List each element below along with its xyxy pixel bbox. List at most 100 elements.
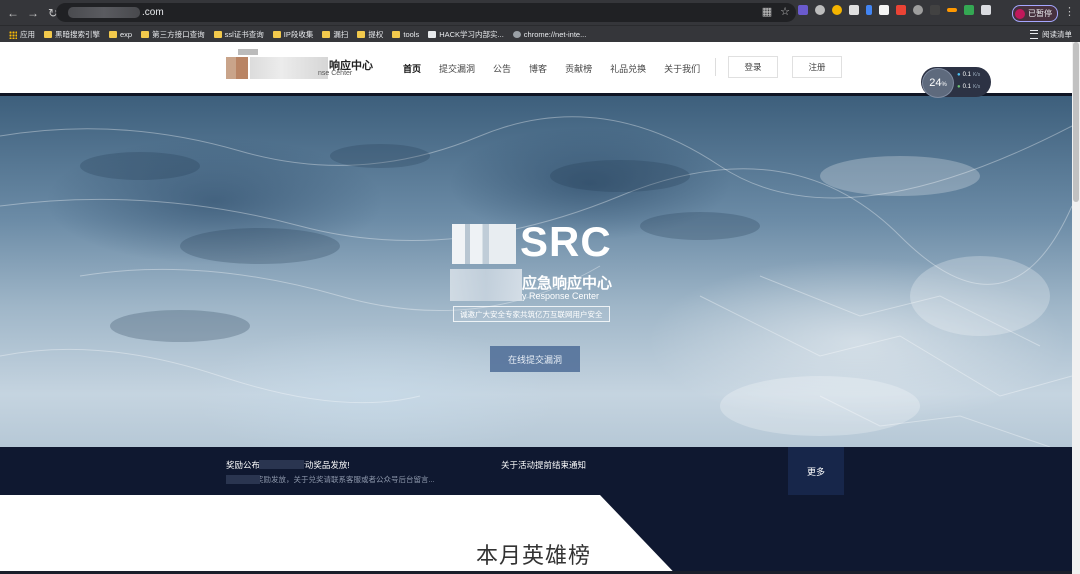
extension-icon[interactable]: [815, 5, 825, 15]
reading-list[interactable]: 阅读清单: [1030, 29, 1072, 40]
announcement-redacted: [259, 460, 304, 469]
folder-icon: [141, 31, 150, 38]
nav-gift-exchange[interactable]: 礼品兑换: [610, 62, 646, 75]
avatar: [1015, 8, 1025, 19]
more-menu-icon[interactable]: ⋮: [1064, 5, 1075, 18]
bookmark-link[interactable]: HACK学习内部实...: [428, 29, 504, 40]
decorative-shape: [600, 495, 1072, 574]
nav-divider: [715, 58, 716, 76]
download-arrow-icon: ●: [957, 84, 961, 90]
globe-icon: [512, 31, 521, 38]
download-speed: ● 0.1 K/s: [957, 84, 980, 90]
bookmark-label: IP段收集: [283, 30, 314, 39]
bookmark-folder[interactable]: 提权: [357, 29, 383, 40]
bookmark-label: 第三方接口查询: [152, 30, 205, 39]
bookmark-link[interactable]: chrome://net-inte...: [512, 30, 586, 39]
announcement-bar: 奖励公布 期次上线活动奖品发放! 上线活动奖励发放，关于兑奖请联系客服或者公众号…: [0, 447, 1072, 495]
speed-percent: 24%: [922, 68, 954, 98]
bookmark-folder[interactable]: 黑暗搜索引擎: [44, 29, 100, 40]
back-arrow-icon[interactable]: ←: [4, 6, 22, 20]
extension-icon[interactable]: [947, 8, 957, 12]
bookmark-folder[interactable]: ssl证书查询: [213, 29, 264, 40]
register-button[interactable]: 注册: [792, 56, 842, 78]
folder-icon: [322, 31, 331, 38]
hero-slogan: 诚邀广大安全专家共筑亿万互联网用户安全: [453, 306, 610, 322]
bookmark-folder[interactable]: 第三方接口查询: [141, 29, 205, 40]
page-scrollbar[interactable]: [1072, 42, 1080, 574]
bookmark-folder[interactable]: tools: [392, 30, 419, 39]
folder-icon: [272, 31, 281, 38]
page-icon: [428, 31, 437, 38]
extension-icon[interactable]: [964, 5, 974, 15]
logo-subtitle: nse Center: [318, 70, 353, 77]
profile-status: 已暂停: [1028, 9, 1052, 18]
upload-arrow-icon: ●: [957, 72, 961, 78]
logo-tab-decoration: [238, 49, 258, 55]
profile-button[interactable]: 已暂停: [1012, 5, 1058, 22]
extension-icon[interactable]: [866, 5, 872, 15]
network-speed-widget[interactable]: 24% ● 0.1 K/s ● 0.1 K/s: [921, 67, 991, 98]
bookmark-label: 提权: [368, 30, 384, 39]
bookmark-label: HACK学习内部实...: [439, 30, 504, 39]
nav-leaderboard[interactable]: 贡献榜: [565, 62, 592, 75]
bookmark-apps[interactable]: 应用: [9, 29, 35, 40]
bookmark-label: ssl证书查询: [224, 30, 264, 39]
extension-icon[interactable]: [896, 5, 906, 15]
nav-announcements[interactable]: 公告: [493, 62, 511, 75]
bookmark-star-icon[interactable]: ☆: [780, 5, 790, 18]
puzzle-icon[interactable]: [981, 5, 991, 15]
scrollbar-thumb[interactable]: [1073, 42, 1079, 202]
more-button[interactable]: 更多: [788, 447, 844, 495]
hero-subtitle-en: y Response Center: [522, 291, 600, 301]
site-header: 响应中心 nse Center 首页 提交漏洞 公告 博客 贡献榜 礼品兑换 关…: [0, 42, 1072, 96]
login-button[interactable]: 登录: [728, 56, 778, 78]
extension-icon[interactable]: [832, 5, 842, 15]
submit-vuln-button[interactable]: 在线提交漏洞: [490, 346, 580, 372]
leaderboard-section: 本月英雄榜: [0, 495, 1072, 574]
bookmark-label: exp: [120, 30, 133, 39]
upload-value: 0.1: [962, 72, 971, 78]
qr-icon[interactable]: ▦: [762, 5, 772, 18]
folder-icon: [213, 31, 222, 38]
url-redacted: [68, 7, 140, 18]
browser-nav-buttons: ← → ↻: [4, 6, 62, 20]
main-nav: 首页 提交漏洞 公告 博客 贡献榜 礼品兑换 关于我们: [403, 62, 718, 75]
bookmark-label: 漏扫: [333, 30, 349, 39]
bookmark-folder[interactable]: IP段收集: [272, 29, 314, 40]
nav-about[interactable]: 关于我们: [664, 62, 700, 75]
folder-icon: [109, 31, 117, 38]
browser-toolbar: ← → ↻ .com ▦ ☆ 已暂停 ⋮: [0, 0, 1080, 25]
forward-arrow-icon[interactable]: →: [24, 6, 42, 20]
hero-title-redacted: [452, 224, 516, 264]
extension-icon[interactable]: [849, 5, 859, 15]
nav-home[interactable]: 首页: [403, 62, 421, 75]
extension-icon[interactable]: [879, 5, 889, 15]
url-text: .com: [142, 7, 164, 18]
hero-subtitle-cn: 应急响应中心: [522, 275, 613, 292]
upload-speed: ● 0.1 K/s: [957, 72, 980, 78]
speed-percent-unit: %: [941, 82, 947, 88]
folder-icon: [392, 31, 401, 38]
folder-icon: [357, 31, 366, 38]
extension-icon[interactable]: [930, 5, 940, 15]
nav-submit-vuln[interactable]: 提交漏洞: [439, 62, 475, 75]
bookmark-label: tools: [403, 30, 420, 39]
address-bar-actions: ▦ ☆: [762, 5, 790, 18]
announcement-redacted: [226, 475, 260, 484]
bookmark-folder[interactable]: exp: [109, 30, 132, 39]
bookmarks-bar: 应用 黑暗搜索引擎 exp 第三方接口查询 ssl证书查询 IP段收集 漏扫 提…: [0, 25, 1080, 43]
extension-icon[interactable]: [913, 5, 923, 15]
extension-icon[interactable]: [798, 5, 808, 15]
bookmark-folder[interactable]: 漏扫: [322, 29, 348, 40]
section-title: 本月英雄榜: [476, 543, 592, 568]
logo-icon[interactable]: [226, 57, 248, 79]
download-unit: K/s: [972, 84, 981, 90]
announcement-title[interactable]: 关于活动提前结束通知: [501, 459, 586, 471]
hero-title: SRC: [520, 218, 612, 265]
folder-icon: [44, 31, 52, 38]
speed-percent-value: 24: [929, 77, 942, 89]
reading-list-label: 阅读清单: [1042, 30, 1072, 39]
hero-banner: SRC 应急响应中心 y Response Center 诚邀广大安全专家共筑亿…: [0, 96, 1072, 447]
nav-blog[interactable]: 博客: [529, 62, 547, 75]
address-bar[interactable]: .com ▦ ☆: [56, 3, 796, 22]
